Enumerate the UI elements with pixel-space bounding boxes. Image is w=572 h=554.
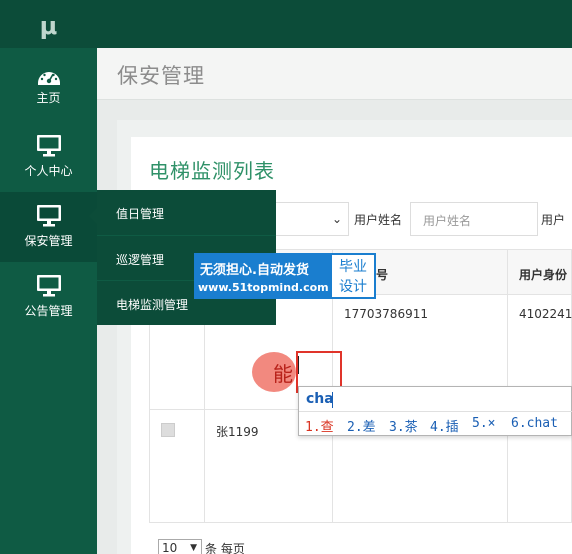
ime-candidate-2[interactable]: 2.差: [347, 416, 376, 435]
ime-candidate-5[interactable]: 5.×: [472, 416, 495, 431]
sidebar-item-profile[interactable]: 个人中心: [0, 122, 97, 192]
sidebar-item-notices[interactable]: 公告管理: [0, 262, 97, 332]
submenu-item-label: 电梯监测管理: [116, 298, 189, 312]
ime-candidate-6[interactable]: 6.chat: [511, 416, 558, 431]
filter-label-user: 用户: [541, 213, 566, 227]
ime-candidate-1[interactable]: 1.查: [305, 416, 334, 435]
app-logo: μ: [0, 0, 97, 48]
sidebar-item-label: 公告管理: [24, 304, 73, 318]
watermark-badge-line-1: 毕业: [339, 259, 367, 275]
monitor-icon: [37, 205, 61, 227]
page-size-value: 10: [162, 541, 178, 554]
monitor-icon: [37, 135, 61, 157]
page-size-suffix: 条 每页: [205, 542, 245, 554]
monitor-icon: [37, 275, 61, 297]
submenu-item-label: 巡逻管理: [116, 253, 165, 267]
chevron-down-icon: ▼: [190, 543, 197, 553]
watermark-line-2: www.51topmind.com: [198, 281, 329, 294]
sidebar-item-label: 保安管理: [24, 234, 73, 248]
submenu-notch: [89, 208, 97, 224]
ime-preedit: cha: [306, 391, 334, 407]
ime-candidate-3[interactable]: 3.茶: [389, 416, 418, 435]
top-bar: [97, 0, 572, 48]
ime-candidate-window: cha 1.查 2.差 3.茶 4.插 5.× 6.chat: [298, 386, 572, 436]
sidebar-item-label: 主页: [36, 91, 61, 105]
sidebar-item-label: 个人中心: [24, 164, 73, 178]
cursor-glyph: 能: [273, 362, 293, 386]
ime-divider: [299, 411, 572, 412]
filter-select[interactable]: ⌄: [276, 202, 349, 236]
watermark-line-1: 无须担心.自动发货: [200, 263, 309, 278]
sidebar-item-security[interactable]: 保安管理: [0, 192, 97, 262]
submenu-item-duty[interactable]: 值日管理: [97, 190, 276, 235]
ime-candidate-4[interactable]: 4.插: [430, 416, 459, 435]
column-header-id: 用户身份: [519, 268, 568, 282]
page-size-select[interactable]: 10 ▼: [158, 539, 202, 554]
user-name-input[interactable]: 用户姓名: [410, 202, 538, 236]
ime-caret: [332, 392, 333, 408]
watermark-banner: 无须担心.自动发货 www.51topmind.com: [194, 253, 330, 299]
filter-label-user-name: 用户姓名: [354, 213, 403, 227]
card-title: 电梯监测列表: [149, 159, 275, 183]
sidebar-item-home[interactable]: 主页: [0, 55, 97, 125]
submenu-item-label: 值日管理: [116, 207, 165, 221]
table-cell-phone: 17703786911: [344, 307, 428, 321]
watermark-badge: 毕业 设计: [330, 253, 376, 299]
user-name-placeholder: 用户姓名: [423, 214, 472, 228]
row-checkbox[interactable]: [161, 423, 175, 437]
chevron-down-icon: ⌄: [331, 212, 342, 226]
watermark-badge-line-2: 设计: [339, 279, 367, 295]
dashboard-icon: [38, 72, 60, 85]
text-caret: [298, 356, 299, 374]
page-title: 保安管理: [117, 64, 205, 88]
table-cell-name: 张1199: [216, 425, 259, 439]
table-cell-id: 41022419: [519, 307, 572, 321]
page-header: 保安管理: [97, 48, 572, 100]
